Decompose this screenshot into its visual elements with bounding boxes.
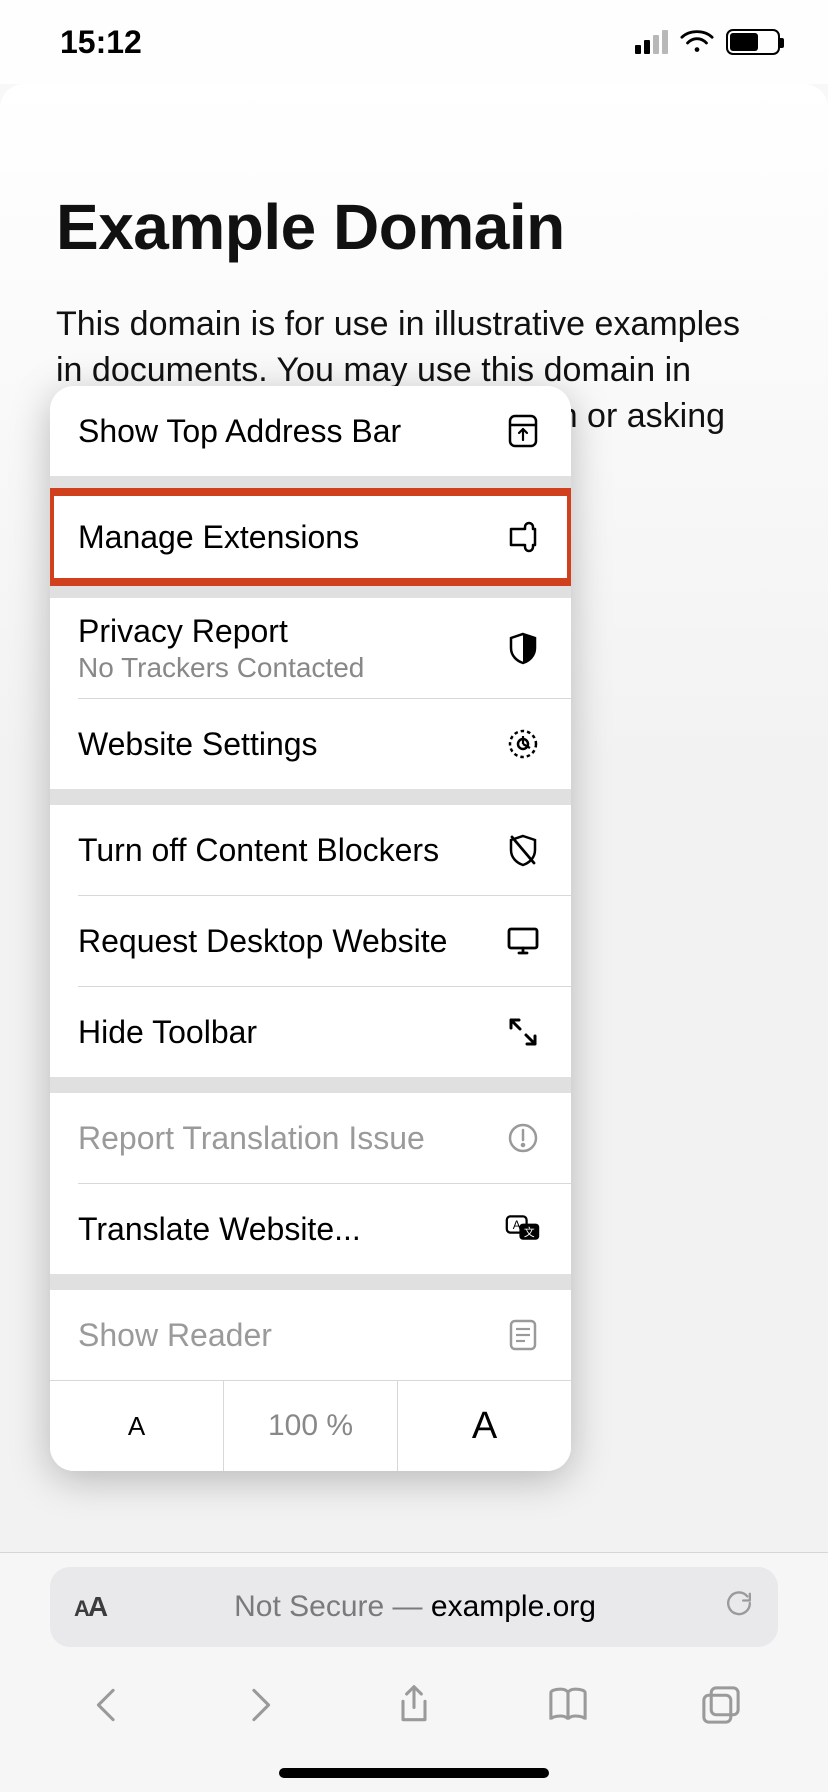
wifi-icon [680,29,714,55]
page-title: Example Domain [56,192,772,262]
zoom-in-button[interactable]: A [398,1381,571,1471]
menu-item-label: Website Settings [78,726,503,763]
svg-text:文: 文 [524,1226,535,1239]
address-bar-top-icon [503,411,543,451]
shield-slash-icon [503,830,543,870]
url-text: Not Secure — example.org [122,1590,708,1624]
puzzle-icon [503,517,543,557]
zoom-out-button[interactable]: A [50,1381,224,1471]
url-bar[interactable]: AA Not Secure — example.org [50,1567,778,1647]
cellular-icon [635,30,668,54]
aa-menu-popup: Show Top Address Bar Manage Extensions P… [50,386,571,1471]
arrows-expand-icon [503,1012,543,1052]
exclamation-circle-icon [503,1118,543,1158]
gear-icon [503,724,543,764]
menu-show-top-address-bar[interactable]: Show Top Address Bar [50,386,571,476]
menu-request-desktop-website[interactable]: Request Desktop Website [50,896,571,986]
browser-bottom-bar: AA Not Secure — example.org [0,1552,828,1792]
share-button[interactable] [384,1675,444,1735]
shield-icon [503,628,543,668]
menu-manage-extensions[interactable]: Manage Extensions [50,492,571,582]
menu-item-subtitle: No Trackers Contacted [78,652,491,684]
battery-icon [726,29,780,55]
menu-item-label: Manage Extensions [78,519,503,556]
status-bar: 15:12 [0,0,828,84]
browser-toolbar [0,1655,828,1755]
menu-website-settings[interactable]: Website Settings [50,699,571,789]
zoom-row: A 100 % A [50,1381,571,1471]
menu-item-label: Request Desktop Website [78,923,503,960]
chevron-left-icon [85,1683,129,1727]
back-button[interactable] [77,1675,137,1735]
reload-icon [724,1588,754,1618]
menu-item-label: Hide Toolbar [78,1014,503,1051]
translate-icon: A文 [503,1209,543,1249]
aa-menu-button[interactable]: AA [74,1591,106,1623]
desktop-icon [503,921,543,961]
menu-privacy-report[interactable]: Privacy Report No Trackers Contacted [50,598,571,698]
menu-turn-off-content-blockers[interactable]: Turn off Content Blockers [50,805,571,895]
menu-item-label: Show Reader [78,1317,503,1354]
book-icon [546,1683,590,1727]
menu-hide-toolbar[interactable]: Hide Toolbar [50,987,571,1077]
menu-report-translation-issue: Report Translation Issue [50,1093,571,1183]
forward-button[interactable] [230,1675,290,1735]
tabs-icon [699,1683,743,1727]
menu-item-label: Privacy Report [78,613,491,650]
menu-item-label: Show Top Address Bar [78,413,503,450]
menu-translate-website[interactable]: Translate Website... A文 [50,1184,571,1274]
share-icon [392,1683,436,1727]
menu-item-label: Report Translation Issue [78,1120,503,1157]
menu-item-label: Translate Website... [78,1211,503,1248]
status-time: 15:12 [60,24,142,61]
reader-icon [503,1315,543,1355]
menu-show-reader: Show Reader [50,1290,571,1380]
bookmarks-button[interactable] [538,1675,598,1735]
menu-item-label: Turn off Content Blockers [78,832,503,869]
home-indicator [279,1768,549,1778]
chevron-right-icon [238,1683,282,1727]
zoom-percent: 100 % [224,1381,398,1471]
reload-button[interactable] [724,1588,754,1626]
tabs-button[interactable] [691,1675,751,1735]
